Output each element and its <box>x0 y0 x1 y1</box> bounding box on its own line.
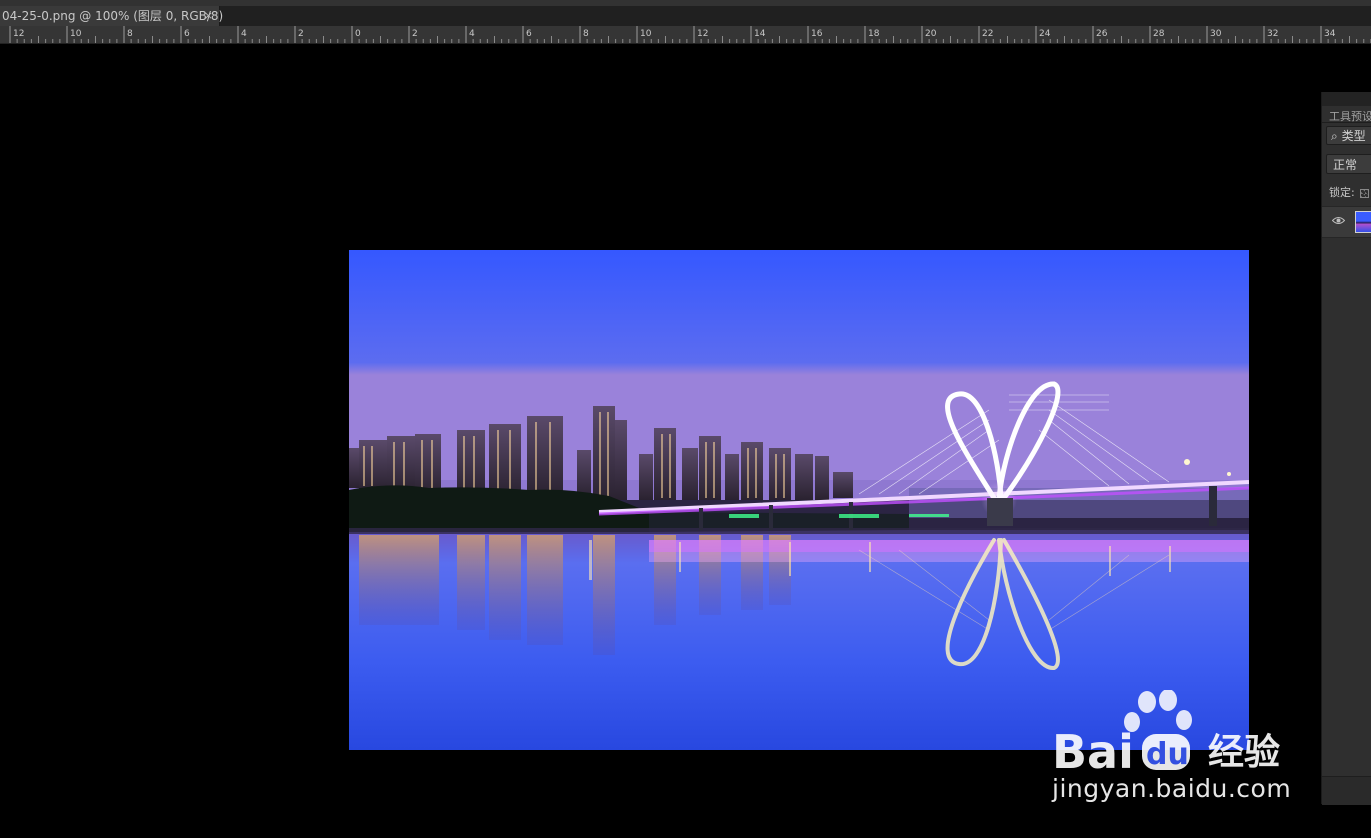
ruler-label: 10 <box>640 29 652 39</box>
baidu-logo-text-cn: 经验 <box>1208 732 1280 773</box>
ruler-label: 2 <box>412 29 418 39</box>
ruler-label: 4 <box>469 29 475 39</box>
ruler-label: 6 <box>526 29 532 39</box>
ruler-label: 12 <box>13 29 24 39</box>
ruler-label: 28 <box>1153 29 1165 39</box>
ruler-ticks: 12 10 8 6 4 2 0 2 4 6 8 10 12 14 16 18 20 22 24 26 28 30 32 34 <box>9 26 1371 43</box>
lock-label: 锁定: <box>1329 186 1355 199</box>
layer-row[interactable] <box>1322 206 1371 238</box>
blend-mode-select[interactable]: 正常 <box>1326 154 1371 174</box>
ruler-label: 14 <box>754 29 766 39</box>
baidu-logo-text-left: Bai <box>1052 725 1134 779</box>
panel-tab-strip <box>1322 92 1371 106</box>
layer-filter-label: 类型 <box>1341 129 1366 143</box>
eye-icon[interactable] <box>1332 216 1345 225</box>
watermark-url: jingyan.baidu.com <box>1052 774 1292 803</box>
ruler-label: 16 <box>811 29 823 39</box>
ruler-label: 20 <box>925 29 937 39</box>
ruler-label: 32 <box>1267 29 1278 39</box>
ruler-label: 26 <box>1096 29 1108 39</box>
ruler-label: 24 <box>1039 29 1051 39</box>
ruler-label: 0 <box>355 29 361 39</box>
lock-transparency-icon[interactable] <box>1360 188 1370 198</box>
ruler-label: 4 <box>241 29 247 39</box>
ruler-label: 12 <box>697 29 708 39</box>
horizontal-ruler[interactable]: 12 10 8 6 4 2 0 2 4 6 8 10 12 14 16 18 20 22 24 26 28 30 32 34 <box>0 26 1371 44</box>
baidu-logo-text-right: du <box>1146 737 1189 772</box>
ruler-label: 8 <box>583 29 589 39</box>
panel-footer <box>1322 776 1371 805</box>
blend-mode-value: 正常 <box>1333 158 1358 172</box>
ruler-label: 6 <box>184 29 190 39</box>
ruler-label: 30 <box>1210 29 1222 39</box>
document-tab[interactable]: 04-25-0.png @ 100% (图层 0, RGB/8) × <box>0 6 224 26</box>
lock-row: 锁定: <box>1329 184 1370 200</box>
ruler-label: 2 <box>298 29 304 39</box>
ruler-label: 18 <box>868 29 880 39</box>
panel-separator <box>1322 122 1371 123</box>
ruler-label: 34 <box>1324 29 1336 39</box>
layers-panel: 工具预设 ⌕ 类型 正常 锁定: <box>1321 92 1371 805</box>
layer-filter-select[interactable]: ⌕ 类型 <box>1326 126 1371 145</box>
close-tab-icon[interactable]: × <box>204 6 213 26</box>
search-icon: ⌕ <box>1331 129 1338 143</box>
ruler-label: 8 <box>127 29 133 39</box>
ruler-label: 22 <box>982 29 993 39</box>
canvas-image <box>349 250 1249 750</box>
layer-thumbnail[interactable] <box>1355 211 1371 233</box>
ruler-label: 10 <box>70 29 82 39</box>
document-tab-bar: 04-25-0.png @ 100% (图层 0, RGB/8) × <box>0 0 1371 26</box>
document-tab-title: 04-25-0.png @ 100% (图层 0, RGB/8) <box>2 9 224 23</box>
